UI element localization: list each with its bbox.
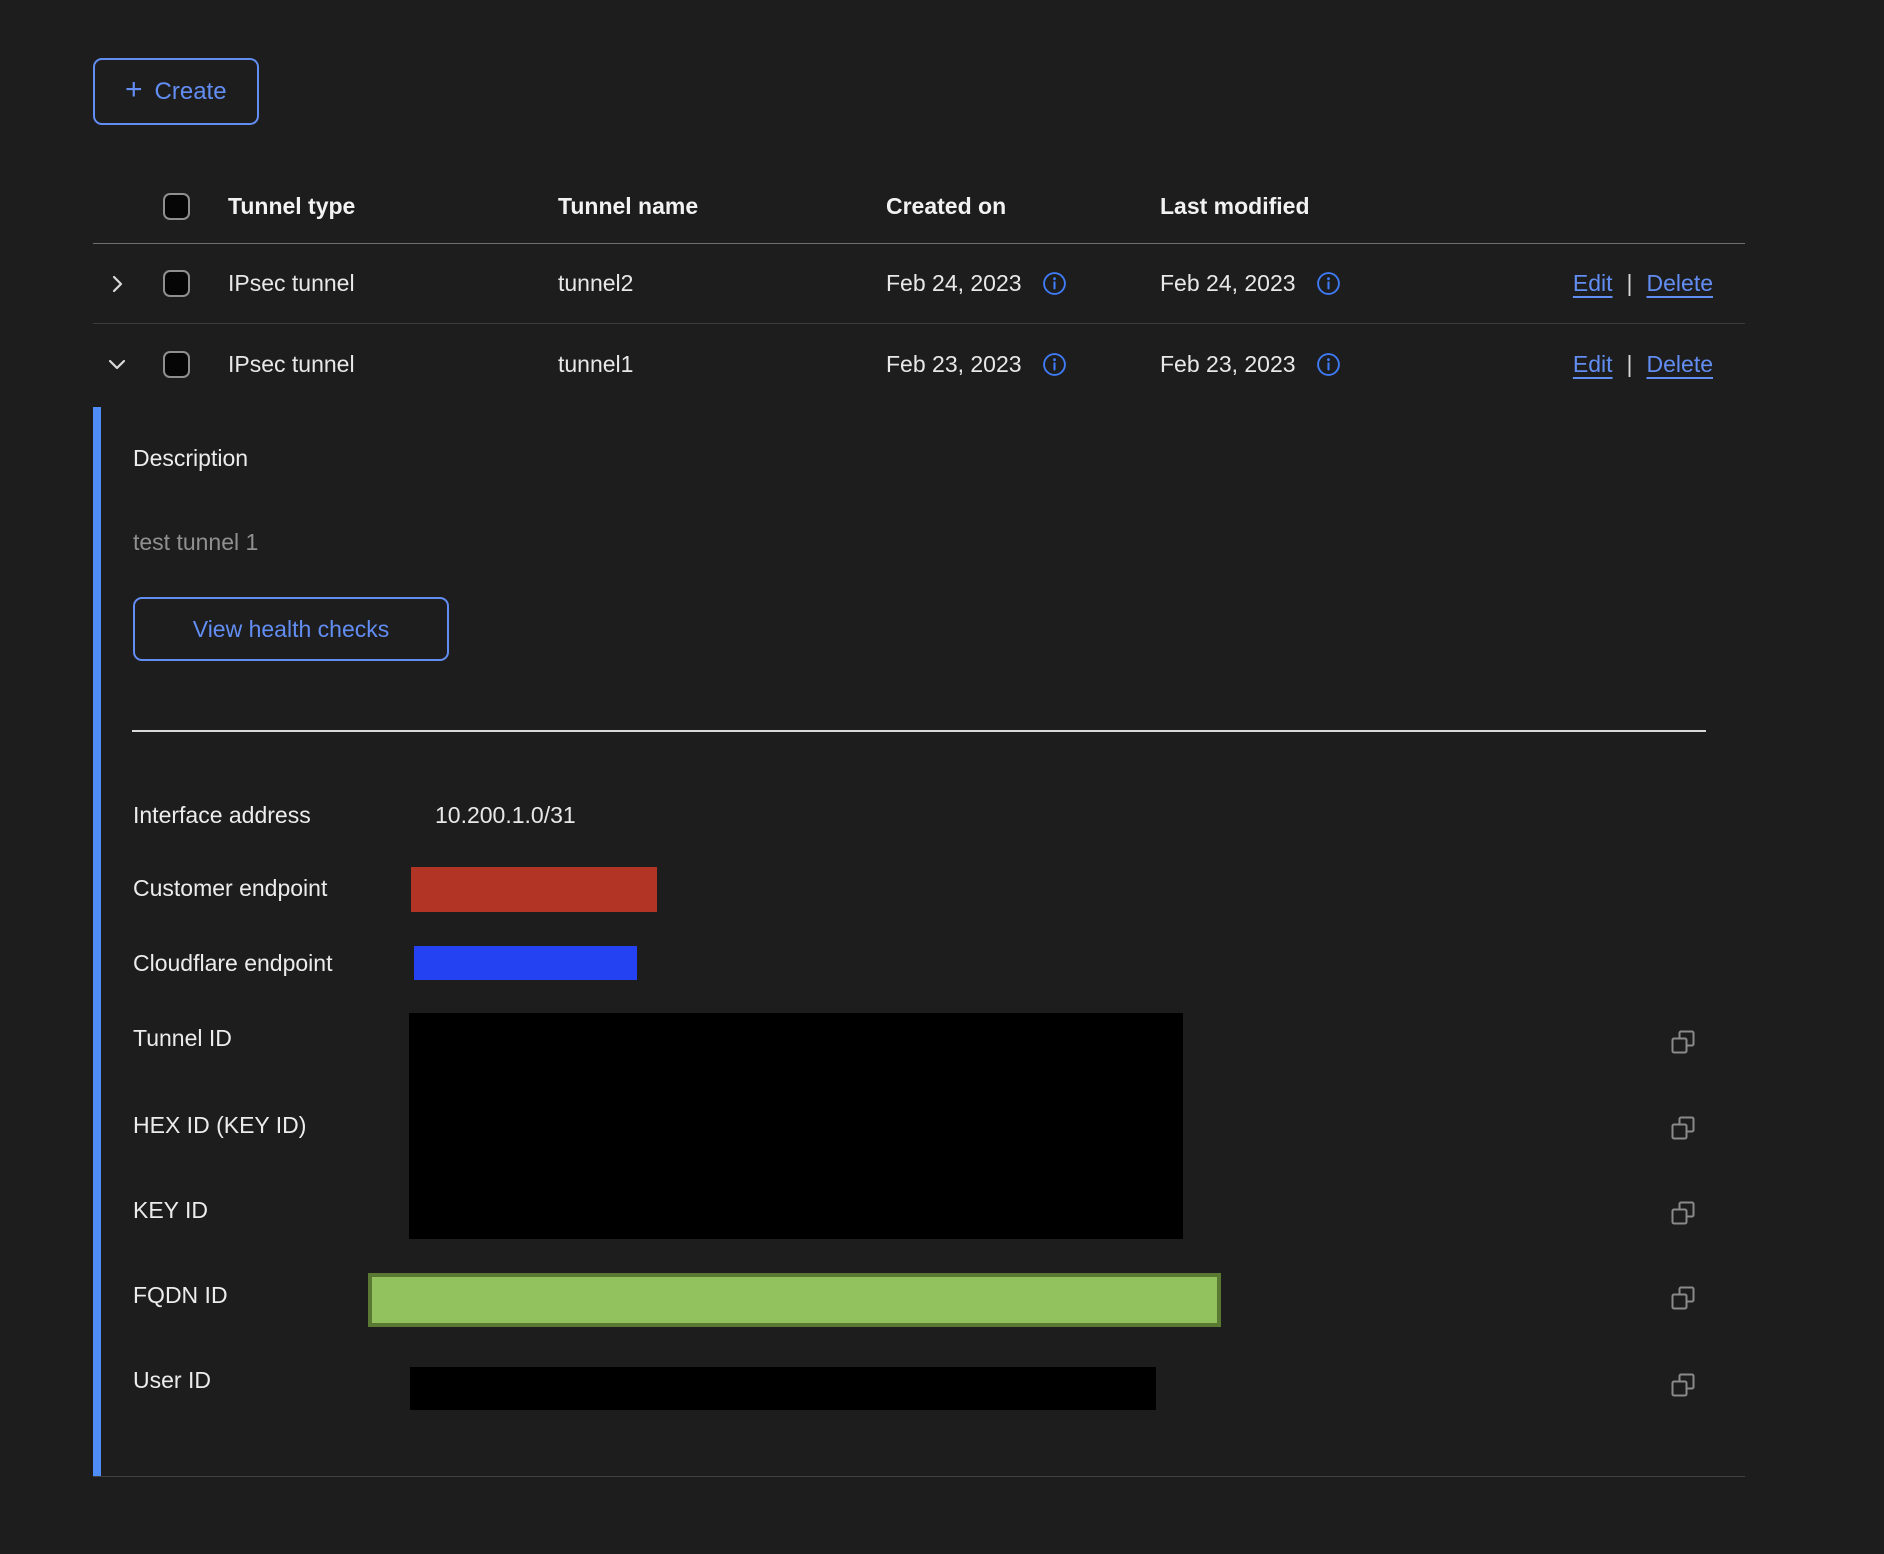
description-value: test tunnel 1	[133, 528, 258, 557]
tunnel-detail-panel: Description test tunnel 1 View health ch…	[93, 404, 1745, 1477]
edit-link[interactable]: Edit	[1573, 351, 1613, 378]
created-on-cell: Feb 24, 2023	[886, 270, 1022, 297]
tunnels-table: Tunnel type Tunnel name Created on Last …	[93, 170, 1745, 404]
copy-user-id-icon[interactable]	[1669, 1371, 1697, 1399]
tunnel-name-cell: tunnel2	[558, 270, 886, 297]
customer-endpoint-label: Customer endpoint	[133, 874, 327, 903]
view-health-checks-button[interactable]: View health checks	[133, 597, 449, 661]
info-icon[interactable]	[1042, 271, 1067, 296]
copy-fqdn-id-icon[interactable]	[1669, 1284, 1697, 1312]
ids-redacted-block	[409, 1013, 1183, 1239]
cloudflare-endpoint-redacted-value	[414, 946, 637, 980]
created-on-cell: Feb 23, 2023	[886, 351, 1022, 378]
fqdn-id-redacted-value	[368, 1273, 1221, 1327]
tunnel-type-cell: IPsec tunnel	[228, 270, 558, 297]
header-created-on: Created on	[886, 193, 1160, 220]
row-checkbox[interactable]	[163, 270, 190, 297]
action-separator: |	[1627, 351, 1633, 378]
create-button[interactable]: + Create	[93, 58, 259, 125]
create-button-label: Create	[155, 78, 227, 106]
header-tunnel-name: Tunnel name	[558, 193, 886, 220]
select-all-checkbox[interactable]	[163, 193, 190, 220]
last-modified-cell: Feb 24, 2023	[1160, 270, 1296, 297]
edit-link[interactable]: Edit	[1573, 270, 1613, 297]
row-checkbox[interactable]	[163, 351, 190, 378]
user-id-redacted-value	[410, 1367, 1156, 1410]
table-header-row: Tunnel type Tunnel name Created on Last …	[93, 170, 1745, 244]
action-separator: |	[1627, 270, 1633, 297]
section-divider	[132, 730, 1706, 732]
info-icon[interactable]	[1316, 352, 1341, 377]
info-icon[interactable]	[1042, 352, 1067, 377]
cloudflare-endpoint-label: Cloudflare endpoint	[133, 949, 332, 978]
copy-key-id-icon[interactable]	[1669, 1199, 1697, 1227]
chevron-right-icon[interactable]	[105, 272, 129, 296]
tunnel-id-label: Tunnel ID	[133, 1024, 232, 1053]
tunnel-name-cell: tunnel1	[558, 351, 886, 378]
header-last-modified: Last modified	[1160, 193, 1449, 220]
tunnels-page: + Create Tunnel type Tunnel name Created…	[0, 0, 1884, 1554]
last-modified-cell: Feb 23, 2023	[1160, 351, 1296, 378]
expanded-row-accent-bar	[93, 407, 101, 1476]
tunnel-type-cell: IPsec tunnel	[228, 351, 558, 378]
table-row: IPsec tunnel tunnel2 Feb 24, 2023 Feb 24…	[93, 244, 1745, 324]
copy-hex-id-icon[interactable]	[1669, 1114, 1697, 1142]
plus-icon: +	[125, 75, 143, 105]
interface-address-label: Interface address	[133, 801, 311, 830]
copy-tunnel-id-icon[interactable]	[1669, 1028, 1697, 1056]
interface-address-value: 10.200.1.0/31	[435, 801, 576, 830]
customer-endpoint-redacted-value	[411, 867, 657, 912]
delete-link[interactable]: Delete	[1647, 351, 1713, 378]
info-icon[interactable]	[1316, 271, 1341, 296]
table-row: IPsec tunnel tunnel1 Feb 23, 2023 Feb 23…	[93, 324, 1745, 404]
description-label: Description	[133, 444, 248, 473]
hex-id-label: HEX ID (KEY ID)	[133, 1111, 306, 1140]
key-id-label: KEY ID	[133, 1196, 208, 1225]
chevron-down-icon[interactable]	[105, 352, 129, 376]
user-id-label: User ID	[133, 1366, 211, 1395]
header-tunnel-type: Tunnel type	[228, 193, 558, 220]
delete-link[interactable]: Delete	[1647, 270, 1713, 297]
fqdn-id-label: FQDN ID	[133, 1281, 228, 1310]
